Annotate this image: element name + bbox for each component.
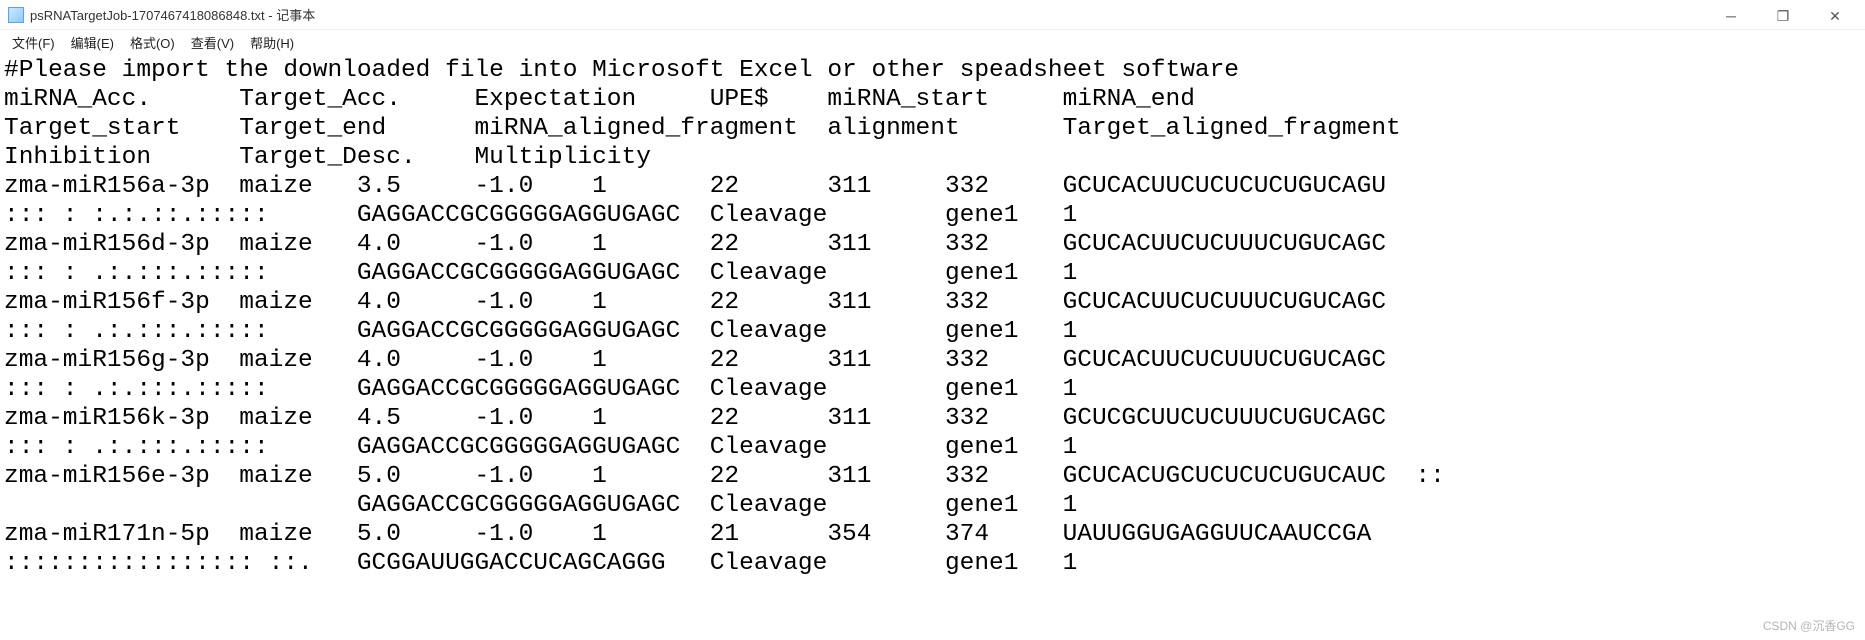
text-line: #Please import the downloaded file into … bbox=[4, 57, 1239, 84]
menu-view[interactable]: 查看(V) bbox=[185, 31, 240, 54]
menu-file[interactable]: 文件(F) bbox=[6, 31, 61, 54]
watermark: CSDN @沉香GG bbox=[1763, 617, 1855, 634]
text-line: zma-miR156a-3p maize 3.5 -1.0 1 22 311 3… bbox=[4, 173, 1386, 200]
text-editor-area[interactable]: #Please import the downloaded file into … bbox=[0, 54, 1865, 578]
text-line: Target_start Target_end miRNA_aligned_fr… bbox=[4, 115, 1401, 142]
text-line: ::: : .:.:::.::::: GAGGACCGCGGGGGAGGUGAG… bbox=[4, 376, 1077, 403]
window-controls: ─ ❐ ✕ bbox=[1701, 0, 1865, 32]
text-line: zma-miR156g-3p maize 4.0 -1.0 1 22 311 3… bbox=[4, 347, 1386, 374]
text-line: ::: : .:.:::.::::: GAGGACCGCGGGGGAGGUGAG… bbox=[4, 434, 1077, 461]
notepad-icon bbox=[8, 7, 24, 23]
text-line: zma-miR156k-3p maize 4.5 -1.0 1 22 311 3… bbox=[4, 405, 1386, 432]
text-line: Inhibition Target_Desc. Multiplicity bbox=[4, 144, 651, 171]
text-line: zma-miR156e-3p maize 5.0 -1.0 1 22 311 3… bbox=[4, 463, 1445, 490]
text-line: zma-miR156d-3p maize 4.0 -1.0 1 22 311 3… bbox=[4, 231, 1386, 258]
text-line: ::: : .:.:::.::::: GAGGACCGCGGGGGAGGUGAG… bbox=[4, 260, 1077, 287]
text-line: ::: : .:.:::.::::: GAGGACCGCGGGGGAGGUGAG… bbox=[4, 318, 1077, 345]
text-line: ::::::::::::::::: ::. GCGGAUUGGACCUCAGCA… bbox=[4, 550, 1077, 577]
menu-edit[interactable]: 编辑(E) bbox=[65, 31, 120, 54]
menu-format[interactable]: 格式(O) bbox=[124, 31, 181, 54]
titlebar: psRNATargetJob-1707467418086848.txt - 记事… bbox=[0, 0, 1865, 30]
text-line: miRNA_Acc. Target_Acc. Expectation UPE$ … bbox=[4, 86, 1195, 113]
window-title: psRNATargetJob-1707467418086848.txt - 记事… bbox=[30, 5, 315, 24]
text-line: ::: : :.:.::.::::: GAGGACCGCGGGGGAGGUGAG… bbox=[4, 202, 1077, 229]
menu-help[interactable]: 帮助(H) bbox=[244, 31, 300, 54]
maximize-button[interactable]: ❐ bbox=[1769, 6, 1797, 26]
menubar: 文件(F) 编辑(E) 格式(O) 查看(V) 帮助(H) bbox=[0, 30, 1865, 54]
text-line: zma-miR171n-5p maize 5.0 -1.0 1 21 354 3… bbox=[4, 521, 1371, 548]
text-line: GAGGACCGCGGGGGAGGUGAGC Cleavage gene1 1 bbox=[4, 492, 1077, 519]
close-button[interactable]: ✕ bbox=[1821, 6, 1849, 26]
text-line: zma-miR156f-3p maize 4.0 -1.0 1 22 311 3… bbox=[4, 289, 1386, 316]
minimize-button[interactable]: ─ bbox=[1717, 6, 1745, 26]
